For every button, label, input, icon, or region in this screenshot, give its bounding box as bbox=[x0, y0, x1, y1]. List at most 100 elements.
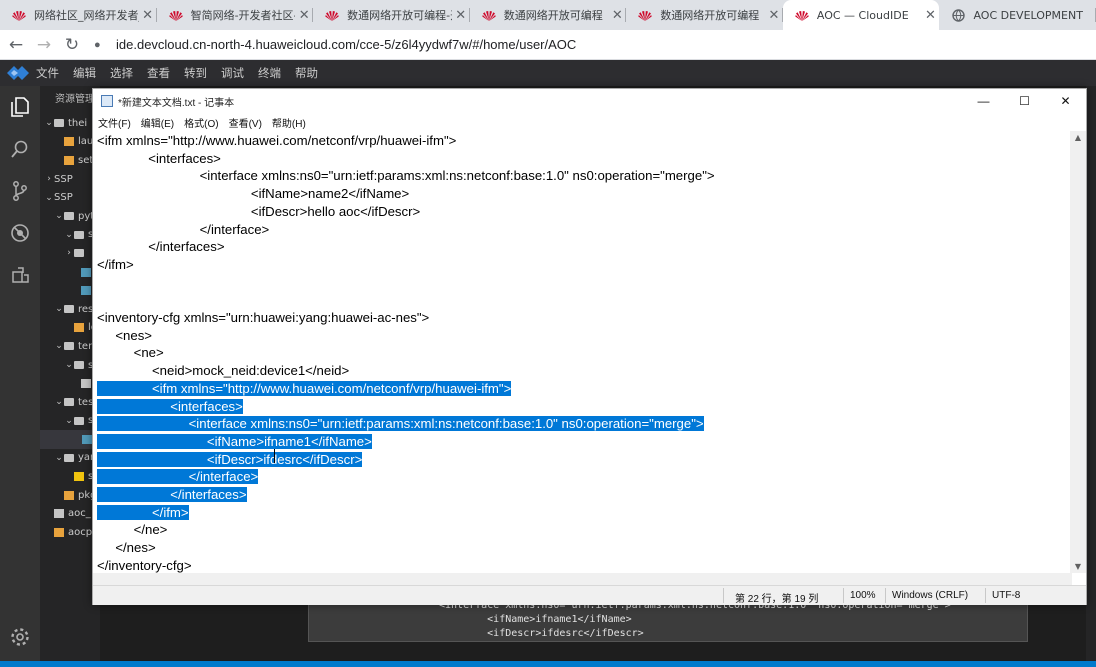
notepad-menu-item[interactable]: 格式(O) bbox=[184, 115, 218, 130]
browser-tab[interactable]: 数通网络开放可编程 ✕ bbox=[470, 0, 627, 30]
notepad-text-area[interactable]: <ifm xmlns="http://www.huawei.com/netcon… bbox=[93, 131, 1072, 573]
tree-arrow-icon[interactable]: ⌄ bbox=[64, 360, 74, 370]
file-tree: ⌄theilauisetti›SSP⌄SSP⌄pyt⌄s›_s⌄reslo⌄te… bbox=[40, 114, 100, 542]
tree-item[interactable]: setti bbox=[40, 151, 100, 170]
tree-arrow-icon[interactable]: ⌄ bbox=[54, 453, 64, 463]
folder-icon bbox=[74, 249, 84, 258]
tab-title: 智简网络-开发者社区-华 bbox=[190, 9, 296, 22]
huawei-logo-icon bbox=[795, 9, 809, 21]
reload-icon[interactable]: ↻ bbox=[60, 33, 84, 57]
lock-icon[interactable]: ● bbox=[94, 39, 108, 51]
tree-item[interactable]: s bbox=[40, 374, 100, 393]
tree-item[interactable]: ⌄ s bbox=[40, 226, 100, 245]
selected-text: <interfaces> bbox=[97, 398, 243, 414]
ide-menu-item[interactable]: 调试 bbox=[221, 65, 244, 81]
text-line: </interface> bbox=[97, 221, 270, 239]
tree-item[interactable]: ⌄ ter bbox=[40, 337, 100, 356]
tree-item[interactable]: s bbox=[40, 281, 100, 300]
text-line: <nes> bbox=[97, 327, 152, 345]
explorer-icon[interactable] bbox=[0, 86, 40, 128]
tree-arrow-icon[interactable]: ⌄ bbox=[44, 193, 54, 203]
tab-close-icon[interactable]: ✕ bbox=[765, 8, 783, 23]
tree-arrow-icon[interactable]: ⌄ bbox=[54, 211, 64, 221]
tree-item[interactable]: aocp bbox=[40, 523, 100, 542]
extensions-icon[interactable] bbox=[0, 254, 40, 296]
notepad-menu-item[interactable]: 查看(V) bbox=[229, 115, 262, 130]
tree-item[interactable]: ⌄ thei bbox=[40, 114, 100, 133]
ide-menu-item[interactable]: 终端 bbox=[258, 65, 281, 81]
ide-menu-item[interactable]: 选择 bbox=[110, 65, 133, 81]
tree-item[interactable]: ⌄ yar bbox=[40, 449, 100, 468]
horizontal-scrollbar[interactable] bbox=[93, 573, 1072, 585]
text-line: </interfaces> bbox=[97, 238, 224, 256]
address-bar[interactable]: ● ide.devcloud.cn-north-4.huaweicloud.co… bbox=[94, 37, 576, 52]
tree-item[interactable]: ⌄ s bbox=[40, 356, 100, 375]
tree-arrow-icon[interactable]: ⌄ bbox=[54, 397, 64, 407]
ide-menu-item[interactable]: 查看 bbox=[147, 65, 170, 81]
tree-arrow-icon[interactable]: ⌄ bbox=[64, 416, 74, 426]
source-control-icon[interactable] bbox=[0, 170, 40, 212]
minimize-button[interactable]: — bbox=[963, 94, 1004, 108]
settings-gear-icon[interactable] bbox=[0, 616, 40, 658]
ide-menu-item[interactable]: 帮助 bbox=[295, 65, 318, 81]
huawei-logo-icon bbox=[12, 9, 26, 21]
tree-item[interactable]: › SSP bbox=[40, 170, 100, 189]
close-button[interactable]: ✕ bbox=[1045, 94, 1086, 108]
browser-tab[interactable]: 网络社区_网络开发者_开✕ bbox=[0, 0, 157, 30]
tree-arrow-icon[interactable]: ⌄ bbox=[54, 304, 64, 314]
file-icon bbox=[54, 527, 64, 537]
ide-menu-item[interactable]: 编辑 bbox=[73, 65, 96, 81]
vertical-scrollbar[interactable]: ▲ ▼ bbox=[1070, 131, 1086, 573]
tree-arrow-icon[interactable]: › bbox=[64, 248, 74, 258]
ide-menu-item[interactable]: 文件 bbox=[36, 65, 59, 81]
tab-close-icon[interactable]: ✕ bbox=[921, 8, 939, 23]
debug-icon[interactable] bbox=[0, 212, 40, 254]
notepad-menu-item[interactable]: 文件(F) bbox=[98, 115, 131, 130]
encoding: UTF-8 bbox=[992, 590, 1021, 601]
file-icon bbox=[64, 155, 74, 165]
tab-close-icon[interactable]: ✕ bbox=[295, 8, 313, 23]
tree-item[interactable]: › bbox=[40, 244, 100, 263]
tab-close-icon[interactable]: ✕ bbox=[139, 8, 157, 23]
right-panel-strip bbox=[1086, 86, 1096, 661]
terminal-line: <interface xmlns:ns0="urn:ietf:params:xm… bbox=[439, 604, 951, 611]
forward-icon[interactable]: → bbox=[32, 33, 56, 57]
tree-arrow-icon[interactable]: ⌄ bbox=[64, 230, 74, 240]
notepad-titlebar[interactable]: *新建文本文档.txt - 记事本 — ☐ ✕ bbox=[93, 89, 1086, 113]
browser-tab[interactable]: AOC DEVELOPMENT bbox=[939, 0, 1096, 30]
browser-tab[interactable]: 智简网络-开发者社区-华✕ bbox=[157, 0, 314, 30]
scroll-up-icon[interactable]: ▲ bbox=[1070, 133, 1086, 142]
tree-item[interactable]: _ bbox=[40, 263, 100, 282]
maximize-button[interactable]: ☐ bbox=[1004, 94, 1045, 108]
selected-text: <ifDescr>ifdesrc</ifDescr> bbox=[97, 451, 363, 467]
tree-item[interactable]: aoc_ bbox=[40, 504, 100, 523]
browser-tab[interactable]: 数通网络开放可编程-开 ✕ bbox=[313, 0, 470, 30]
tree-arrow-icon[interactable]: › bbox=[44, 174, 54, 184]
ide-menu-item[interactable]: 转到 bbox=[184, 65, 207, 81]
tree-item[interactable]: laui bbox=[40, 133, 100, 152]
selected-text: </interface> bbox=[97, 469, 259, 485]
tree-item[interactable]: su bbox=[40, 467, 100, 486]
tree-label: SSP bbox=[54, 173, 73, 185]
tree-item[interactable]: ⌄ SSP bbox=[40, 188, 100, 207]
notepad-menu-item[interactable]: 编辑(E) bbox=[141, 115, 174, 130]
scroll-down-icon[interactable]: ▼ bbox=[1070, 562, 1086, 571]
huawei-logo-icon bbox=[482, 9, 496, 21]
tree-arrow-icon[interactable]: ⌄ bbox=[54, 341, 64, 351]
tab-close-icon[interactable]: ✕ bbox=[608, 8, 626, 23]
notepad-menu-item[interactable]: 帮助(H) bbox=[272, 115, 306, 130]
search-icon[interactable] bbox=[0, 128, 40, 170]
tree-item[interactable]: ⌄ pyt bbox=[40, 207, 100, 226]
screen: 网络社区_网络开发者_开✕智简网络-开发者社区-华✕数通网络开放可编程-开✕数通… bbox=[0, 0, 1096, 667]
tree-arrow-icon[interactable]: ⌄ bbox=[44, 118, 54, 128]
back-icon[interactable]: ← bbox=[4, 33, 28, 57]
tree-item[interactable]: ⌄ s bbox=[40, 412, 100, 431]
tab-close-icon[interactable]: ✕ bbox=[452, 8, 470, 23]
browser-tab[interactable]: AOC — CloudIDE ✕ bbox=[782, 0, 940, 30]
tree-item[interactable]: ⌄ res bbox=[40, 300, 100, 319]
tree-item[interactable]: lo bbox=[40, 319, 100, 338]
browser-tab[interactable]: 数通网络开放可编程 ✕ bbox=[626, 0, 783, 30]
tree-item[interactable]: ⌄ tes bbox=[40, 393, 100, 412]
tree-item[interactable]: pkg bbox=[40, 486, 100, 505]
tree-item[interactable]: t bbox=[40, 430, 100, 449]
